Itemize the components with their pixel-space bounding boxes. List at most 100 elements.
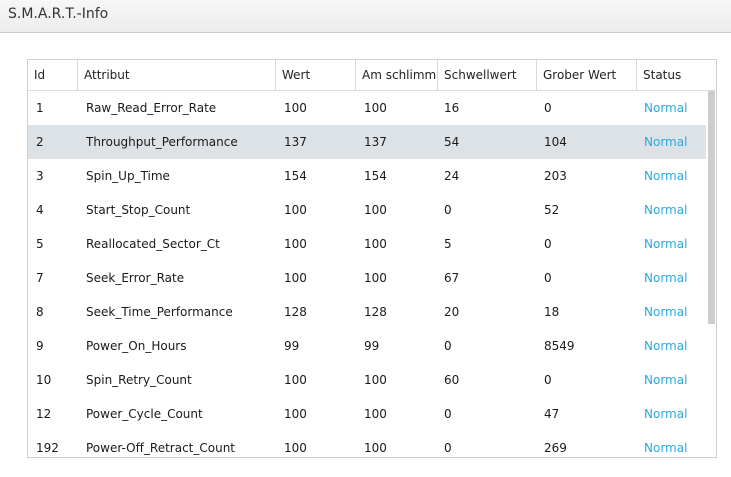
- table-cell: Power_On_Hours: [86, 339, 187, 353]
- table-cell: Raw_Read_Error_Rate: [86, 101, 217, 115]
- table-cell: 137: [284, 135, 307, 149]
- status-cell: Normal: [644, 135, 688, 149]
- status-cell: Normal: [644, 203, 688, 217]
- smart-table: Id Attribut Wert Am schlimmsten Schwellw…: [27, 59, 717, 458]
- column-header-id[interactable]: Id: [28, 60, 78, 90]
- table-cell: 5: [36, 237, 44, 251]
- table-cell: 100: [364, 237, 387, 251]
- table-row[interactable]: 8 Seek_Time_Performance 128 128 20 18 Normal: [28, 295, 706, 329]
- table-cell: 9: [36, 339, 44, 353]
- table-cell: 192: [36, 441, 59, 455]
- table-cell: 154: [284, 169, 307, 183]
- table-cell: 100: [364, 441, 387, 455]
- table-cell: 0: [444, 407, 452, 421]
- table-row[interactable]: 10 Spin_Retry_Count 100 100 60 0 Normal: [28, 363, 706, 397]
- table-cell: 16: [444, 101, 460, 115]
- table-cell: 0: [444, 441, 452, 455]
- table-row[interactable]: 4 Start_Stop_Count 100 100 0 52 Normal: [28, 193, 706, 227]
- column-header-wert[interactable]: Wert: [276, 60, 356, 90]
- table-cell: 137: [364, 135, 387, 149]
- table-cell: 24: [444, 169, 460, 183]
- table-cell: 8: [36, 305, 44, 319]
- table-cell: 12: [36, 407, 52, 421]
- column-header-grober-wert[interactable]: Grober Wert: [537, 60, 637, 90]
- table-cell: 100: [364, 373, 387, 387]
- table-cell: 100: [284, 101, 307, 115]
- table-cell: Seek_Time_Performance: [86, 305, 233, 319]
- table-cell: 0: [544, 101, 552, 115]
- table-cell: Power_Cycle_Count: [86, 407, 203, 421]
- window-title: S.M.A.R.T.-Info: [8, 6, 109, 22]
- table-cell: 47: [544, 407, 560, 421]
- table-cell: 0: [544, 373, 552, 387]
- table-row[interactable]: 12 Power_Cycle_Count 100 100 0 47 Normal: [28, 397, 706, 431]
- table-cell: 100: [284, 203, 307, 217]
- table-cell: Spin_Retry_Count: [86, 373, 192, 387]
- table-cell: Spin_Up_Time: [86, 169, 170, 183]
- status-cell: Normal: [644, 101, 688, 115]
- table-cell: 0: [444, 203, 452, 217]
- column-header-attribut[interactable]: Attribut: [78, 60, 276, 90]
- status-cell: Normal: [644, 305, 688, 319]
- table-cell: 4: [36, 203, 44, 217]
- status-cell: Normal: [644, 373, 688, 387]
- table-cell: 3: [36, 169, 44, 183]
- table-cell: 54: [444, 135, 460, 149]
- table-cell: 104: [544, 135, 567, 149]
- table-cell: 18: [544, 305, 560, 319]
- table-cell: 8549: [544, 339, 575, 353]
- status-cell: Normal: [644, 407, 688, 421]
- table-cell: 5: [444, 237, 452, 251]
- table-cell: Throughput_Performance: [86, 135, 238, 149]
- table-cell: 100: [284, 407, 307, 421]
- table-cell: 67: [444, 271, 460, 285]
- table-row[interactable]: 3 Spin_Up_Time 154 154 24 203 Normal: [28, 159, 706, 193]
- status-cell: Normal: [644, 271, 688, 285]
- table-cell: 100: [364, 407, 387, 421]
- column-header-am-schlimmsten[interactable]: Am schlimmsten: [356, 60, 438, 90]
- table-cell: Reallocated_Sector_Ct: [86, 237, 220, 251]
- table-cell: 100: [364, 203, 387, 217]
- table-cell: 0: [444, 339, 452, 353]
- table-row[interactable]: 7 Seek_Error_Rate 100 100 67 0 Normal: [28, 261, 706, 295]
- table-cell: 203: [544, 169, 567, 183]
- title-bar: S.M.A.R.T.-Info: [0, 0, 731, 33]
- table-cell: Start_Stop_Count: [86, 203, 191, 217]
- table-cell: 2: [36, 135, 44, 149]
- table-row[interactable]: 192 Power-Off_Retract_Count 100 100 0 269 Norm…: [28, 431, 706, 457]
- table-cell: 128: [364, 305, 387, 319]
- table-cell: 154: [364, 169, 387, 183]
- table-header: Id Attribut Wert Am schlimmsten Schwellw…: [28, 60, 716, 91]
- table-row[interactable]: 1 Raw_Read_Error_Rate 100 100 16 0 Normal: [28, 91, 706, 125]
- table-cell: 52: [544, 203, 560, 217]
- table-cell: 1: [36, 101, 44, 115]
- table-cell: 10: [36, 373, 52, 387]
- table-row[interactable]: 5 Reallocated_Sector_Ct 100 100 5 0 Normal: [28, 227, 706, 261]
- table-cell: 128: [284, 305, 307, 319]
- table-cell: 100: [284, 373, 307, 387]
- table-cell: 100: [364, 271, 387, 285]
- vertical-scrollbar[interactable]: [706, 91, 716, 457]
- table-cell: 0: [544, 237, 552, 251]
- column-header-schwellwert[interactable]: Schwellwert: [438, 60, 537, 90]
- status-cell: Normal: [644, 169, 688, 183]
- table-row[interactable]: 2 Throughput_Performance 137 137 54 104 Normal: [28, 125, 706, 159]
- status-cell: Normal: [644, 441, 688, 455]
- table-cell: Seek_Error_Rate: [86, 271, 185, 285]
- table-cell: 99: [284, 339, 300, 353]
- table-cell: 100: [364, 101, 387, 115]
- column-header-status[interactable]: Status: [637, 60, 716, 90]
- table-cell: 20: [444, 305, 460, 319]
- table-cell: 100: [284, 271, 307, 285]
- table-cell: 99: [364, 339, 380, 353]
- table-cell: 100: [284, 441, 307, 455]
- scrollbar-thumb[interactable]: [708, 91, 715, 324]
- table-cell: Power-Off_Retract_Count: [86, 441, 236, 455]
- status-cell: Normal: [644, 237, 688, 251]
- table-body: 1 Raw_Read_Error_Rate 100 100 16 0 Normal 2 Thro…: [28, 91, 706, 457]
- table-cell: 100: [284, 237, 307, 251]
- table-cell: 60: [444, 373, 460, 387]
- table-row[interactable]: 9 Power_On_Hours 99 99 0 8549 Normal: [28, 329, 706, 363]
- table-cell: 7: [36, 271, 44, 285]
- table-cell: 269: [544, 441, 567, 455]
